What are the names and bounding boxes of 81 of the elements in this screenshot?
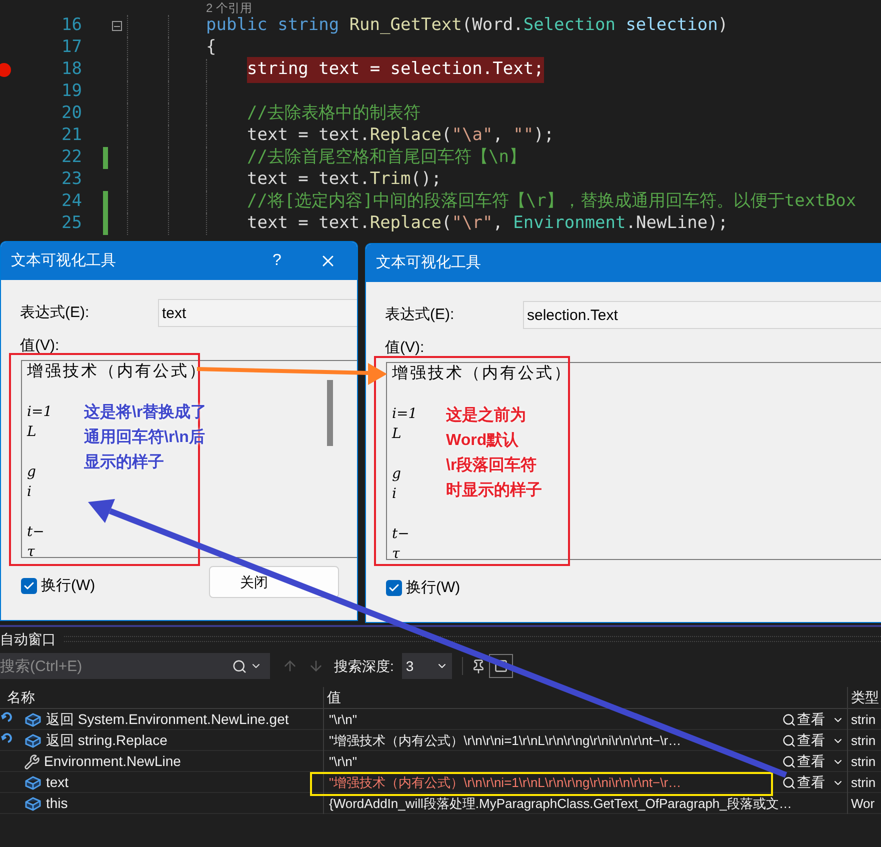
help-button[interactable]: ?: [255, 242, 299, 280]
expression-field[interactable]: text: [158, 299, 357, 327]
variable-name: this: [46, 794, 68, 813]
value-cell-text: "\r\n": [329, 752, 358, 771]
field-label: 值(V):: [20, 336, 60, 356]
value-cell-text: "增强技术（内有公式）\r\n\r\ni=1\r\nL\r\n\r\ng\r\ni\r\n\r\nt−\r…: [329, 774, 682, 792]
variable-name: text: [46, 773, 69, 792]
line-number: 23: [60, 168, 82, 192]
view-button[interactable]: 查看: [782, 772, 847, 793]
field-label: 值(V):: [385, 338, 424, 358]
wrap-checkbox[interactable]: [21, 578, 37, 594]
line-number: 19: [60, 80, 82, 104]
annotation-text: 显示的样子: [84, 452, 165, 473]
column-header[interactable]: 类型: [847, 687, 881, 708]
view-button[interactable]: 查看: [782, 709, 847, 730]
line-number: 20: [60, 102, 82, 126]
code-line: text = text.Replace("\a", "");: [247, 124, 554, 148]
search-icon: [782, 712, 796, 726]
window-icon[interactable]: [488, 654, 513, 678]
wrap-checkbox[interactable]: [386, 580, 402, 596]
dialog-title: 文本可视化工具: [11, 250, 117, 271]
depth-dropdown[interactable]: 3: [402, 653, 452, 679]
field-label: 表达式(E):: [20, 303, 90, 323]
expression-field[interactable]: selection.Text: [523, 301, 881, 329]
checkbox-label: 换行(W): [406, 578, 460, 598]
view-button[interactable]: 查看: [782, 751, 847, 772]
column-header[interactable]: 值: [323, 687, 847, 708]
pin-icon[interactable]: [470, 658, 486, 674]
object-icon: [24, 712, 42, 728]
view-button[interactable]: 查看: [782, 730, 847, 751]
scrollbar-thumb[interactable]: [327, 380, 333, 446]
object-icon: [24, 796, 42, 812]
type-cell: strin: [847, 751, 881, 772]
column-header[interactable]: 名称: [0, 687, 323, 708]
line-number: 25: [60, 212, 82, 236]
value-cell-text: "增强技术（内有公式）\r\n\r\ni=1\r\nL\r\n\r\ng\r\ni\r\n\r\nt−\r…: [329, 732, 682, 750]
variable-name: 返回 System.Environment.NewLine.get: [46, 710, 289, 729]
type-cell: Wor: [847, 793, 881, 814]
codelens-references[interactable]: 2 个引用: [206, 0, 252, 16]
dialog-title: 文本可视化工具: [376, 252, 482, 273]
checkbox-label: 换行(W): [41, 576, 96, 596]
code-line: public string Run_GetText(Word.Selection selection): [206, 14, 728, 38]
breakpoint-icon[interactable]: [0, 63, 11, 77]
search-icon: [232, 658, 247, 674]
annotation-text: \r段落回车符: [446, 455, 538, 476]
object-icon: [24, 732, 42, 748]
code-line: text = text.Replace("\r", Environment.NewLine);: [247, 212, 728, 236]
line-number: 16: [60, 14, 82, 38]
code-line: {: [206, 36, 216, 60]
panel-title: 自动窗口: [0, 630, 56, 648]
value-cell-text: "\r\n": [329, 710, 358, 729]
search-options-button[interactable]: [232, 653, 270, 679]
line-number: 17: [60, 36, 82, 60]
field-label: 表达式(E):: [385, 305, 454, 325]
object-icon: [24, 774, 42, 790]
search-icon: [782, 754, 796, 768]
type-cell: strin: [847, 730, 881, 751]
line-number: 21: [60, 124, 82, 148]
annotation-text: Word默认: [446, 430, 520, 451]
collapse-icon[interactable]: [112, 21, 122, 31]
return-icon: [1, 732, 15, 744]
line-number: 24: [60, 190, 82, 214]
type-cell: strin: [847, 772, 881, 793]
search-field[interactable]: 搜索(Ctrl+E): [0, 653, 232, 679]
code-line: //去除首尾空格和首尾回车符【\n】: [247, 146, 526, 170]
search-icon: [782, 776, 796, 790]
line-number: 22: [60, 146, 82, 170]
depth-label: 搜索深度:: [334, 656, 394, 676]
variable-name: 返回 string.Replace: [46, 731, 168, 750]
annotation-text: 时显示的样子: [446, 480, 542, 501]
type-cell: strin: [847, 709, 881, 730]
return-icon: [1, 711, 15, 723]
search-icon: [782, 734, 796, 748]
code-line: //将[选定内容]中间的段落回车符【\r】，替换成通用回车符。以便于textBox: [247, 190, 856, 214]
code-line: text = text.Trim();: [247, 168, 442, 192]
line-number: 18: [60, 58, 82, 82]
variable-name: Environment.NewLine: [44, 752, 181, 771]
property-icon: [24, 754, 40, 770]
value-cell-text: {WordAddIn_will段落处理.MyParagraphClass.GetText_OfParagraph_段落或文…: [329, 794, 793, 813]
code-line: //去除表格中的制表符: [247, 102, 420, 126]
annotation-text: 这是之前为: [446, 405, 527, 426]
